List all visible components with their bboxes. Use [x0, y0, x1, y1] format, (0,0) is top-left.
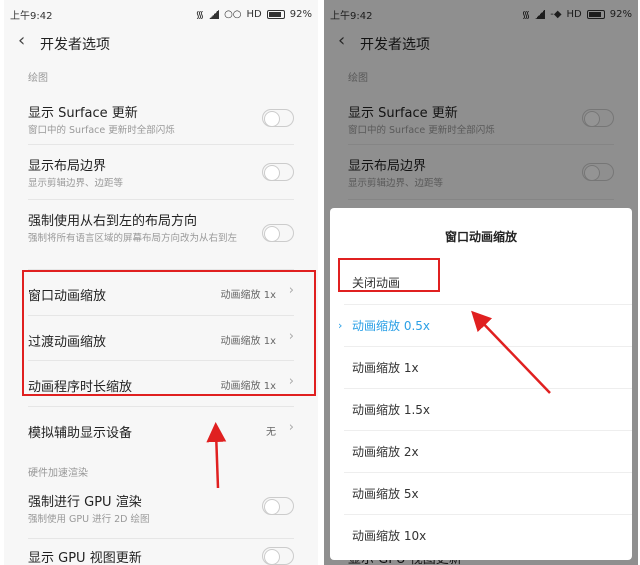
setting-title: 强制使用从右到左的布局方向	[28, 214, 198, 229]
back-arrow-icon[interactable]: ‹	[18, 30, 25, 51]
title-bar: ‹ 开发者选项	[4, 26, 318, 60]
setting-subtitle: 窗口中的 Surface 更新时全部闪烁	[28, 125, 175, 136]
setting-simulate-secondary-display[interactable]: 模拟辅助显示设备 无 ›	[28, 407, 294, 455]
option-1-5x[interactable]: 动画缩放 1.5x	[344, 388, 632, 430]
option-label: 动画缩放 5x	[352, 487, 419, 501]
highlight-box	[338, 258, 440, 292]
option-label: 动画缩放 2x	[352, 445, 419, 459]
setting-layout-bounds[interactable]: 显示布局边界 显示剪辑边界、边距等	[28, 145, 294, 200]
setting-title: 显示 GPU 视图更新	[28, 551, 142, 565]
right-screenshot: 上午9:42 ᯾ -◆ HD 92% ‹ 开发者选项 绘图 显示 Surface…	[324, 0, 638, 565]
page-title: 开发者选项	[40, 37, 110, 53]
setting-force-gpu-rendering[interactable]: 强制进行 GPU 渲染 强制使用 GPU 进行 2D 绘图	[28, 487, 294, 539]
toggle-switch[interactable]	[262, 497, 294, 515]
chevron-right-icon: ›	[288, 420, 294, 435]
setting-value: 无	[266, 427, 276, 438]
option-label: 动画缩放 10x	[352, 529, 427, 543]
setting-subtitle: 显示剪辑边界、边距等	[28, 178, 124, 189]
battery-icon	[266, 9, 285, 19]
toggle-switch[interactable]	[262, 109, 294, 127]
setting-title: 强制进行 GPU 渲染	[28, 495, 142, 510]
option-label: 动画缩放 1.5x	[352, 403, 431, 417]
dialog-title: 窗口动画缩放	[444, 230, 517, 244]
highlight-box	[22, 270, 316, 396]
setting-subtitle: 强制将所有语言区域的屏幕布局方向改为从右到左	[28, 233, 238, 244]
ring-icon: ○○	[224, 8, 242, 20]
status-bar: 上午9:42 ᯾ ○○ HD 92%	[4, 0, 318, 26]
toggle-switch[interactable]	[262, 547, 294, 565]
battery-level: 92%	[289, 8, 312, 20]
option-0-5x[interactable]: › 动画缩放 0.5x	[338, 304, 632, 346]
option-2x[interactable]: 动画缩放 2x	[344, 430, 632, 472]
toggle-switch[interactable]	[262, 163, 294, 181]
option-10x[interactable]: 动画缩放 10x	[344, 514, 632, 556]
status-time: 上午9:42	[10, 11, 53, 22]
setting-title: 显示 Surface 更新	[28, 106, 138, 121]
signal-icon	[209, 9, 220, 19]
wifi-icon: ᯾	[195, 10, 205, 21]
network-type: HD	[246, 8, 262, 20]
option-5x[interactable]: 动画缩放 5x	[344, 472, 632, 514]
option-label: 动画缩放 1x	[352, 361, 419, 375]
left-screenshot: 上午9:42 ᯾ ○○ HD 92% ‹ 开发者选项 绘图 显示 Surface…	[4, 0, 318, 565]
section-hardware-rendering: 硬件加速渲染	[28, 468, 88, 479]
setting-subtitle: 强制使用 GPU 进行 2D 绘图	[28, 514, 150, 525]
option-label: 动画缩放 0.5x	[352, 319, 431, 333]
setting-rtl-layout[interactable]: 强制使用从右到左的布局方向 强制将所有语言区域的屏幕布局方向改为从右到左	[28, 200, 294, 270]
setting-title: 显示布局边界	[28, 159, 107, 174]
option-1x[interactable]: 动画缩放 1x	[344, 346, 632, 388]
check-chevron-icon: ›	[338, 319, 343, 332]
setting-title: 模拟辅助显示设备	[28, 426, 133, 441]
section-drawing: 绘图	[28, 73, 48, 84]
setting-surface-updates[interactable]: 显示 Surface 更新 窗口中的 Surface 更新时全部闪烁	[28, 92, 294, 145]
setting-gpu-view-updates[interactable]: 显示 GPU 视图更新	[28, 539, 294, 565]
toggle-switch[interactable]	[262, 224, 294, 242]
